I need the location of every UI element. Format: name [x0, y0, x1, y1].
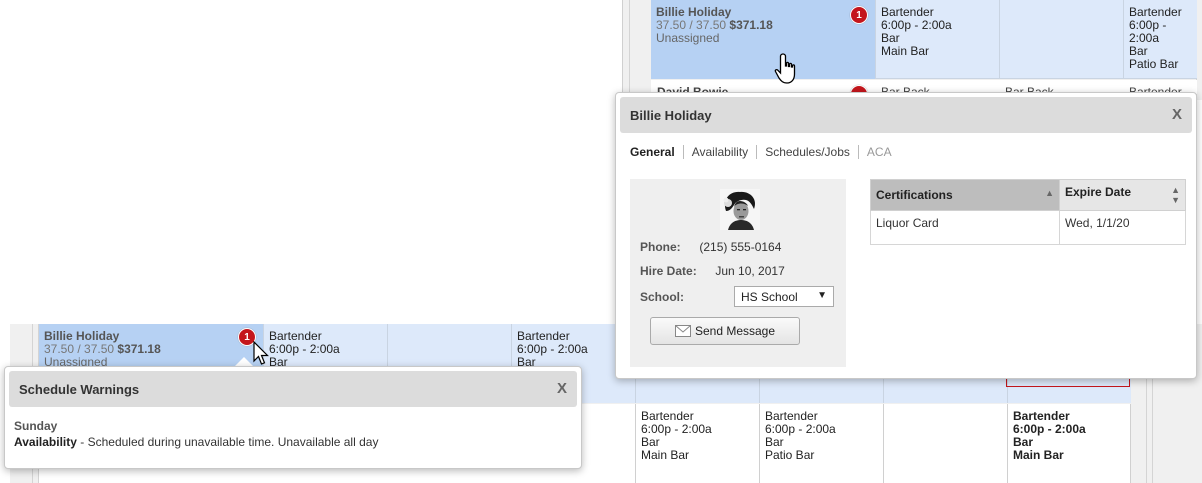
close-button[interactable]: X	[557, 380, 567, 397]
employee-info-panel: Phone: (215) 555-0164 Hire Date: Jun 10,…	[630, 179, 846, 367]
shift-area: Main Bar	[641, 448, 690, 462]
schedule-warnings-popup: Schedule Warnings X Sunday Availability …	[4, 366, 582, 469]
employee-cell[interactable]: Billie Holiday 37.50 / 37.50 $371.18 Una…	[651, 0, 875, 79]
popup-title: Schedule Warnings	[19, 382, 140, 397]
shift-cell[interactable]: Bartender 6:00p - 2:00a Bar Patio Bar	[759, 404, 883, 483]
employee-status: Unassigned	[656, 31, 720, 45]
tab-aca[interactable]: ACA	[857, 145, 900, 159]
popup-title: Billie Holiday	[630, 108, 712, 123]
popup-header: Schedule Warnings X	[9, 371, 577, 407]
send-message-button[interactable]: Send Message	[650, 317, 800, 345]
chevron-down-icon: ▼	[817, 290, 827, 301]
phone-value: (215) 555-0164	[699, 240, 782, 254]
cert-expires: Wed, 1/1/20	[1059, 210, 1186, 245]
warning-message: Availability - Scheduled during unavaila…	[14, 435, 379, 449]
frame-divider	[629, 0, 630, 100]
tab-bar: General Availability Schedules/Jobs ACA	[630, 145, 900, 159]
shift-area: Patio Bar	[765, 448, 815, 462]
shift-cell[interactable]: Bartender 6:00p - 2:00a Bar Patio Bar	[1123, 0, 1197, 79]
sort-icon: ▲ ▼	[1171, 185, 1180, 205]
shift-area: Patio Bar	[1129, 57, 1179, 71]
sort-asc-icon: ▲	[1045, 188, 1054, 198]
school-select[interactable]: HS School ▼	[734, 286, 834, 307]
employee-detail-popup: Billie Holiday X General Availability Sche…	[615, 92, 1197, 379]
shift-cell[interactable]: Bartender 6:00p - 2:00a Bar Main Bar	[635, 404, 759, 483]
column-header-certifications[interactable]: Certifications ▲	[870, 179, 1060, 211]
arrow-cursor-icon	[253, 341, 269, 365]
warning-type: Availability	[14, 435, 77, 449]
cert-name: Liquor Card	[870, 210, 1060, 245]
table-row[interactable]: Liquor Card Wed, 1/1/20	[870, 210, 1186, 245]
warning-count-badge[interactable]: 1	[850, 6, 868, 24]
shift-cell[interactable]: Bartender 6:00p - 2:00a Bar Main Bar	[875, 0, 999, 79]
avatar-photo-icon	[720, 189, 760, 230]
warning-day: Sunday	[14, 419, 58, 433]
popup-header: Billie Holiday X	[620, 97, 1192, 133]
tab-general[interactable]: General	[630, 145, 683, 159]
shift-area: Main Bar	[1013, 448, 1064, 462]
hire-date-row: Hire Date: Jun 10, 2017	[640, 264, 785, 278]
tab-schedules-jobs[interactable]: Schedules/Jobs	[756, 145, 858, 159]
shift-cell[interactable]	[999, 0, 1123, 79]
school-label: School:	[640, 290, 684, 304]
avatar	[720, 189, 760, 230]
shift-area: Main Bar	[881, 44, 930, 58]
shift-time: 6:00p - 2:00a	[1129, 18, 1167, 45]
close-button[interactable]: X	[1172, 106, 1182, 123]
hire-date-value: Jun 10, 2017	[715, 264, 785, 278]
column-header-expire-date[interactable]: Expire Date ▲ ▼	[1059, 179, 1186, 211]
certifications-table: Certifications ▲ Expire Date ▲ ▼ Liquor Car…	[870, 179, 1186, 245]
envelope-icon	[674, 325, 691, 337]
shift-cell-conflict[interactable]: Bartender 6:00p - 2:00a Bar Main Bar	[1007, 404, 1131, 483]
shift-cell[interactable]	[883, 404, 1007, 483]
schedule-row-billie-top: Billie Holiday 37.50 / 37.50 $371.18 Una…	[651, 0, 1197, 79]
hand-pointer-cursor-icon	[774, 53, 796, 84]
phone-row: Phone: (215) 555-0164	[640, 240, 782, 254]
tab-availability[interactable]: Availability	[682, 145, 756, 159]
